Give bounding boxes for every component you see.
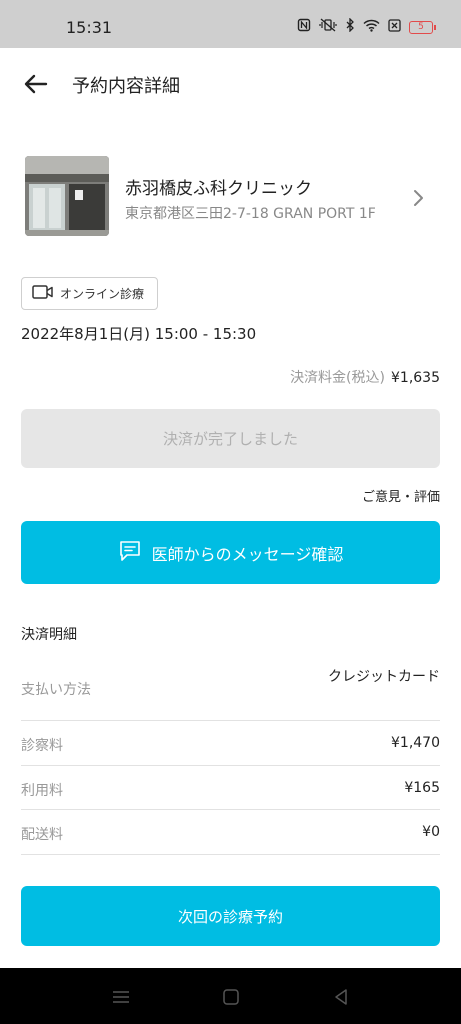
vibrate-off-icon <box>319 18 337 36</box>
appointment-datetime: 2022年8月1日(月) 15:00 - 15:30 <box>21 325 257 343</box>
detail-label: 配送料 <box>21 827 63 843</box>
payment-amount-label: 決済料金(税込) <box>290 370 385 386</box>
detail-label: 診察料 <box>21 738 63 754</box>
detail-value: ¥0 <box>422 824 440 840</box>
nfc-icon <box>297 18 311 36</box>
payment-details-title: 決済明細 <box>21 627 77 643</box>
detail-row-consultation-fee: 診察料 ¥1,470 <box>21 721 440 766</box>
detail-row-shipping-fee: 配送料 ¥0 <box>21 810 440 855</box>
next-appointment-button[interactable]: 次回の診療予約 <box>21 886 440 946</box>
page-title: 予約内容詳細 <box>72 76 180 97</box>
doctor-message-label: 医師からのメッセージ確認 <box>151 544 344 564</box>
battery-icon: 5 <box>409 20 436 34</box>
detail-row-payment-method: 支払い方法 クレジットカード <box>21 660 440 721</box>
video-camera-icon <box>32 284 54 304</box>
status-icons: 5 <box>297 17 436 36</box>
bluetooth-icon <box>345 17 355 36</box>
chevron-right-icon <box>410 188 426 208</box>
clinic-card[interactable]: 赤羽橋皮ふ科クリニック 東京都港区三田2-7-18 GRAN PORT 1F <box>0 150 461 246</box>
payment-amount-value: ¥1,635 <box>391 370 440 386</box>
doctor-message-button[interactable]: 医師からのメッセージ確認 <box>21 521 440 584</box>
app-header: 予約内容詳細 <box>0 48 461 120</box>
back-arrow-icon[interactable] <box>22 70 50 98</box>
wifi-icon <box>363 19 380 36</box>
home-nav-icon[interactable] <box>220 986 242 1008</box>
clinic-name: 赤羽橋皮ふ科クリニック <box>125 179 312 199</box>
system-nav-bar <box>0 968 461 1024</box>
consultation-type-label: オンライン診療 <box>60 287 145 301</box>
detail-row-usage-fee: 利用料 ¥165 <box>21 766 440 810</box>
payment-complete-button[interactable]: 決済が完了しました <box>21 409 440 468</box>
sim-icon <box>388 18 401 36</box>
detail-value: ¥1,470 <box>391 735 440 751</box>
menu-nav-icon[interactable] <box>110 986 132 1008</box>
detail-label: 支払い方法 <box>21 682 91 698</box>
message-icon <box>118 539 142 567</box>
back-nav-icon[interactable] <box>330 986 352 1008</box>
clinic-address: 東京都港区三田2-7-18 GRAN PORT 1F <box>125 206 376 222</box>
online-consultation-badge: オンライン診療 <box>21 277 158 310</box>
status-time: 15:31 <box>66 18 113 37</box>
detail-value: クレジットカード <box>328 669 440 685</box>
detail-value: ¥165 <box>404 780 440 796</box>
payment-amount: 決済料金(税込) ¥1,635 <box>290 367 440 387</box>
status-bar: 15:31 5 <box>0 0 461 48</box>
feedback-link[interactable]: ご意見・評価 <box>362 486 440 505</box>
detail-label: 利用料 <box>21 783 63 799</box>
clinic-photo <box>25 156 109 236</box>
